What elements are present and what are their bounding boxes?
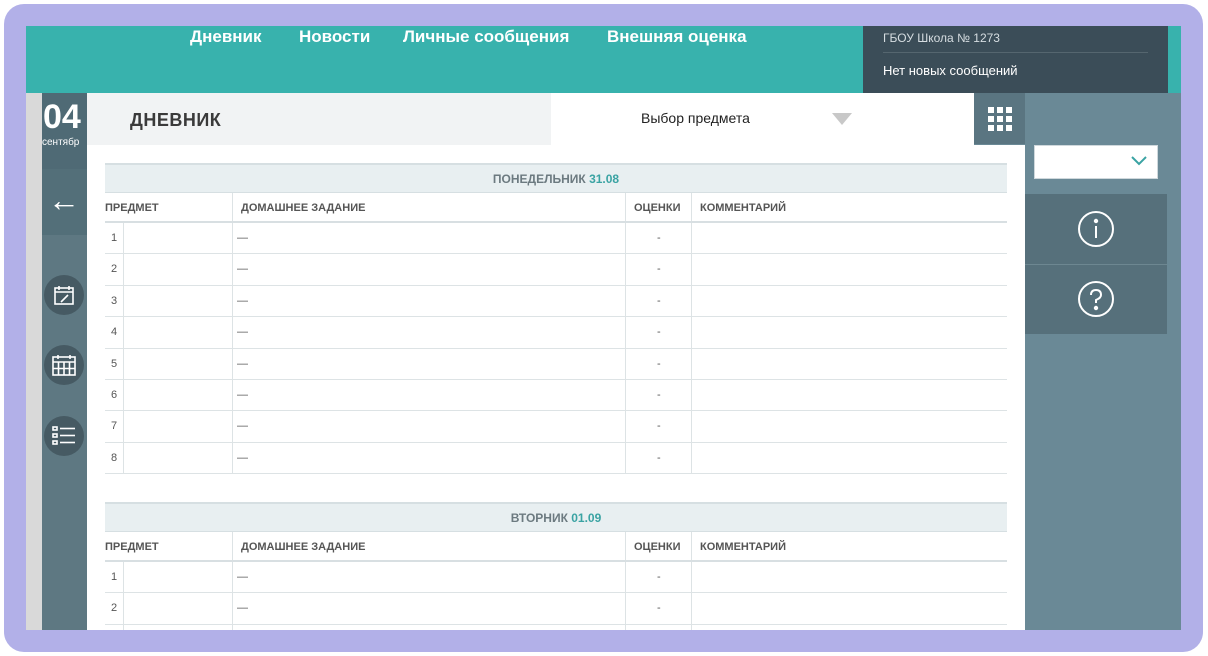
grade-cell: - [657, 326, 661, 339]
col-comment: КОММЕНТАРИЙ [700, 541, 786, 553]
col-divider [232, 532, 233, 560]
grade-cell: - [657, 388, 661, 401]
info-divider [883, 52, 1148, 53]
table-row: 6 — - [105, 379, 1007, 412]
calendar-icon[interactable] [44, 345, 84, 385]
homework-cell: — [237, 263, 248, 276]
right-help-panel [1025, 194, 1167, 334]
table-row: 1 — - [105, 562, 1007, 594]
day-header: ПОНЕДЕЛЬНИК 31.08 [105, 163, 1007, 193]
col-divider [625, 532, 626, 560]
user-info-panel: ГБОУ Школа № 1273 Нет новых сообщений [863, 26, 1168, 93]
info-icon[interactable] [1025, 194, 1167, 264]
homework-cell: — [237, 625, 248, 630]
arrow-left-icon: ← [48, 182, 80, 218]
day-name: ПОНЕДЕЛЬНИК [492, 172, 586, 186]
lesson-number: 1 [111, 571, 118, 583]
day-header: ВТОРНИК 01.09 [105, 502, 1007, 532]
col-grades: ОЦЕНКИ [634, 541, 681, 553]
lesson-number: 3 [111, 625, 117, 630]
col-divider [691, 532, 692, 560]
lesson-number: 4 [111, 326, 118, 339]
lesson-number: 3 [111, 294, 118, 307]
column-headers: ПРЕДМЕТ ДОМАШНЕЕ ЗАДАНИЕ ОЦЕНКИ КОММЕНТА… [105, 532, 1007, 562]
lesson-number: 8 [111, 451, 118, 464]
triangle-down-icon [832, 113, 852, 125]
day-name: ВТОРНИК [510, 511, 568, 525]
lesson-number: 1 [111, 232, 118, 244]
page-title: ДНЕВНИК [130, 110, 222, 130]
current-date: 04 сентябр [42, 93, 87, 169]
chevron-down-icon [1131, 156, 1147, 166]
table-row: 3 — - [105, 624, 1007, 630]
grade-cell: - [657, 357, 661, 370]
col-subject: ПРЕДМЕТ [105, 202, 159, 214]
table-row: 4 — - [105, 317, 1007, 349]
table-row: 2 — - [105, 254, 1007, 286]
lesson-number: 5 [111, 357, 118, 370]
help-icon[interactable] [1025, 264, 1167, 334]
table-row: 7 — - [105, 411, 1007, 443]
col-divider [232, 193, 233, 221]
table-row: 5 — - [105, 348, 1007, 380]
nav-external-assessment[interactable]: Внешняя оценка [607, 26, 747, 48]
nav-diary[interactable]: Дневник [190, 26, 262, 48]
col-subject: ПРЕДМЕТ [105, 541, 159, 553]
app-screen: Дневник Новости Личные сообщения Внешняя… [26, 26, 1181, 630]
date-day: 04 [43, 98, 81, 136]
homework-cell: — [237, 294, 248, 307]
left-edge-strip [26, 93, 42, 630]
nav-messages[interactable]: Личные сообщения [403, 26, 569, 48]
homework-cell: — [237, 388, 248, 401]
grade-cell: - [657, 294, 661, 307]
grade-cell: - [657, 451, 661, 464]
homework-cell: — [237, 571, 248, 583]
homework-cell: — [237, 357, 248, 370]
grade-cell: - [657, 232, 661, 244]
date-month: сентябр [42, 137, 80, 148]
diary-content: ПОНЕДЕЛЬНИК 31.08 ПРЕДМЕТ ДОМАШНЕЕ ЗАДАН… [87, 145, 1025, 630]
grid-icon[interactable] [974, 93, 1025, 144]
col-homework: ДОМАШНЕЕ ЗАДАНИЕ [241, 541, 366, 553]
messages-status[interactable]: Нет новых сообщений [883, 63, 1018, 78]
col-divider [625, 193, 626, 221]
school-name: ГБОУ Школа № 1273 [883, 31, 1000, 45]
col-homework: ДОМАШНЕЕ ЗАДАНИЕ [241, 202, 366, 214]
homework-cell: — [237, 232, 248, 244]
day-date: 01.09 [571, 511, 602, 525]
calendar-edit-icon[interactable] [44, 275, 84, 315]
grade-cell: - [657, 263, 661, 276]
lesson-number: 2 [111, 602, 118, 615]
col-comment: КОММЕНТАРИЙ [700, 202, 786, 214]
diary-header: ДНЕВНИК Выбор предмета [87, 93, 974, 145]
grade-cell: - [657, 625, 661, 630]
subject-select[interactable]: Выбор предмета [551, 93, 974, 145]
right-dropdown[interactable] [1034, 145, 1158, 179]
lesson-number: 6 [111, 388, 118, 401]
subject-select-label: Выбор предмета [641, 110, 750, 126]
table-row: 8 — - [105, 442, 1007, 475]
homework-cell: — [237, 420, 248, 433]
col-divider [691, 193, 692, 221]
back-button[interactable]: ← [42, 169, 87, 235]
table-row: 1 — - [105, 223, 1007, 255]
col-grades: ОЦЕНКИ [634, 202, 681, 214]
table-row: 2 — - [105, 593, 1007, 625]
day-date: 31.08 [589, 172, 620, 186]
lesson-number: 2 [111, 263, 118, 276]
homework-cell: — [237, 451, 248, 464]
day-table-tuesday: ВТОРНИК 01.09 ПРЕДМЕТ ДОМАШНЕЕ ЗАДАНИЕ О… [105, 502, 1007, 630]
column-headers: ПРЕДМЕТ ДОМАШНЕЕ ЗАДАНИЕ ОЦЕНКИ КОММЕНТА… [105, 193, 1007, 223]
day-table-monday: ПОНЕДЕЛЬНИК 31.08 ПРЕДМЕТ ДОМАШНЕЕ ЗАДАН… [105, 163, 1007, 475]
nav-news[interactable]: Новости [299, 26, 370, 48]
homework-cell: — [237, 326, 248, 339]
homework-cell: — [237, 602, 248, 615]
lesson-number: 7 [111, 420, 118, 433]
grade-cell: - [657, 420, 661, 433]
table-row: 3 — - [105, 285, 1007, 318]
grade-cell: - [657, 602, 661, 615]
grade-cell: - [657, 571, 661, 583]
list-icon[interactable] [44, 416, 84, 456]
